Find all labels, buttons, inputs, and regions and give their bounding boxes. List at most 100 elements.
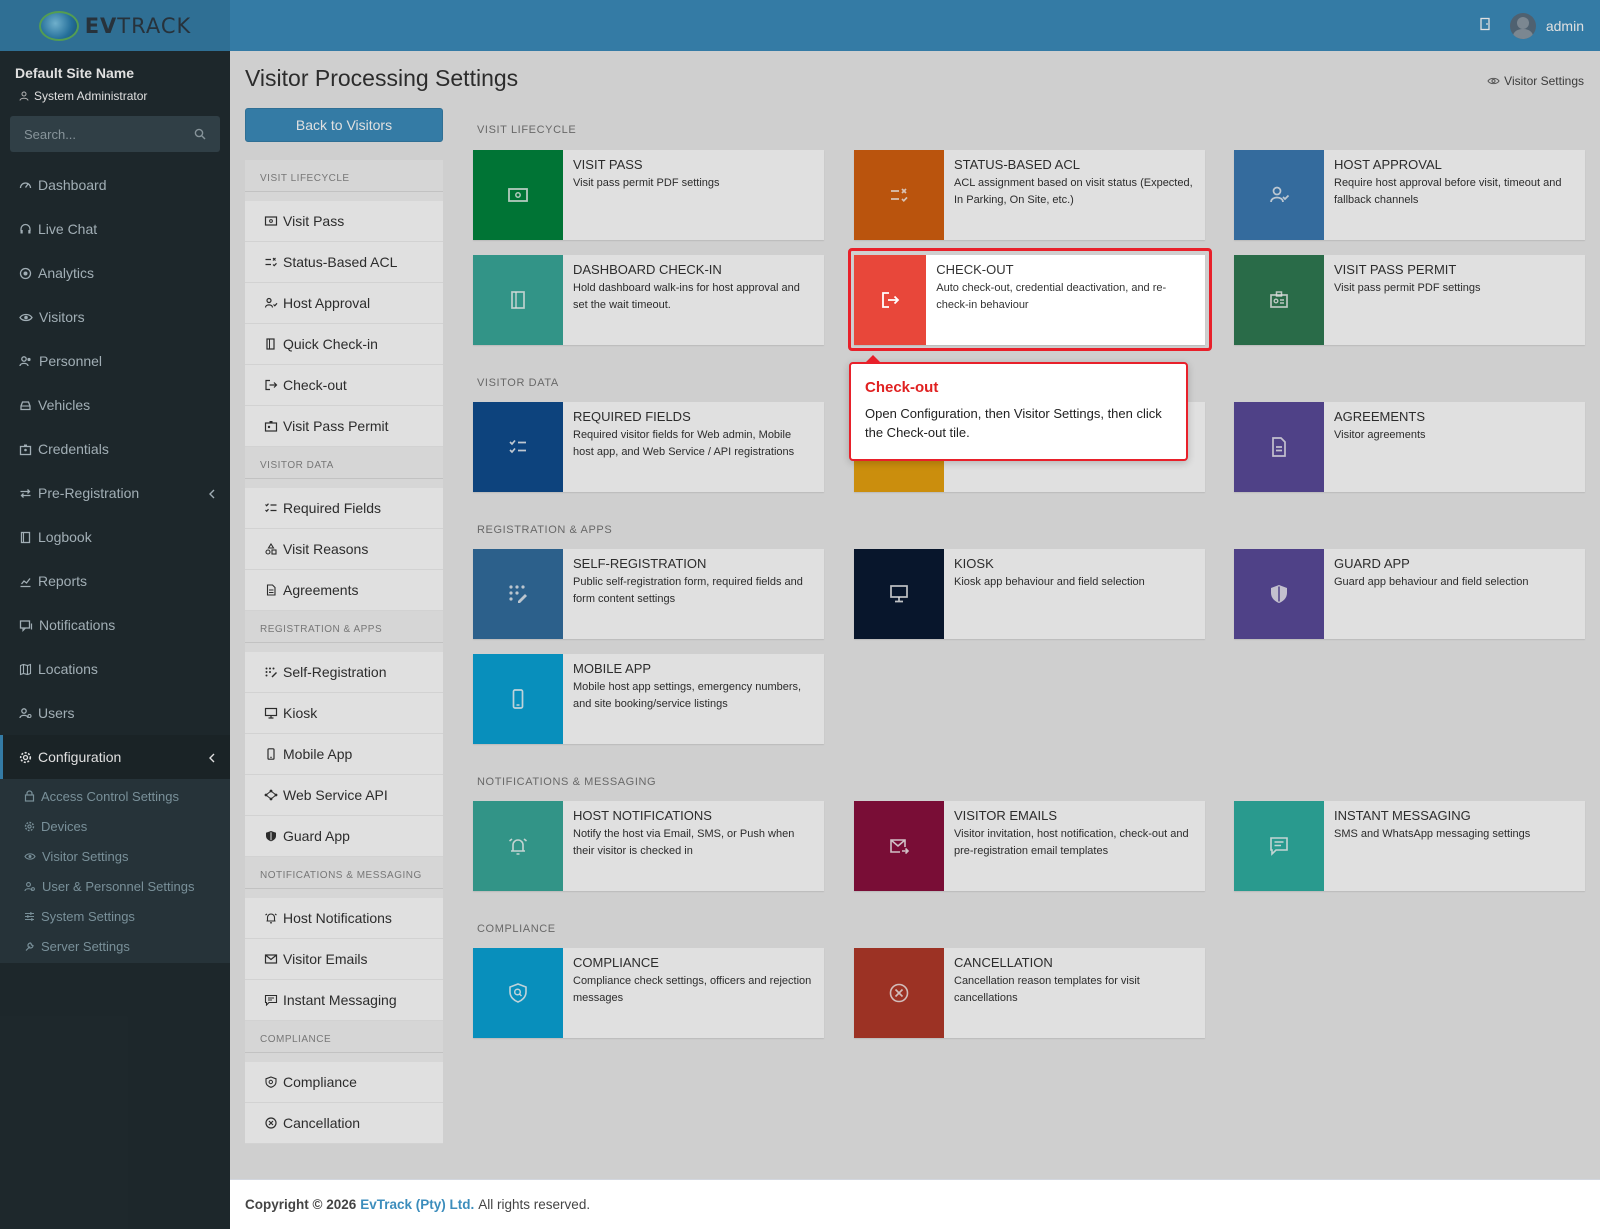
tile-compliance[interactable]: Compliance Compliance check settings, off… [473, 948, 824, 1038]
tile-instant-messaging[interactable]: Instant Messaging SMS and WhatsApp messag… [1234, 801, 1585, 891]
subnav-item-visit-pass[interactable]: Visit Pass [245, 201, 443, 242]
page-title: Visitor Processing Settings [245, 65, 519, 91]
sidebar-item-personnel[interactable]: Personnel [0, 339, 230, 383]
tile-required-fields[interactable]: Required Fields Required visitor fields f… [473, 402, 824, 492]
subnav-item-visitor-emails[interactable]: Visitor Emails [245, 939, 443, 980]
subnav-item-compliance[interactable]: Compliance [245, 1062, 443, 1103]
globe-logo-icon [38, 10, 79, 41]
door-icon[interactable] [1478, 17, 1492, 34]
tile-cancellation[interactable]: Cancellation Cancellation reason template… [854, 948, 1205, 1038]
brand-logo[interactable]: EVTRACK [0, 0, 230, 51]
subnav-item-required-fields[interactable]: Required Fields [245, 488, 443, 529]
back-to-visitors-button[interactable]: Back to Visitors [245, 108, 443, 142]
sidebar-item-locations[interactable]: Locations [0, 647, 230, 691]
sidebar-item-configuration[interactable]: Configuration [0, 735, 230, 779]
tile-status-acl[interactable]: Status-Based ACL ACL assignment based on … [854, 150, 1205, 240]
map-icon [19, 663, 32, 675]
sidebar-subitem-system-settings[interactable]: System Settings [0, 901, 230, 931]
tile-icon-box [854, 801, 944, 891]
dashboard-icon [19, 181, 32, 188]
grid-edit-icon [509, 585, 527, 603]
sidebar-item-reports[interactable]: Reports [0, 559, 230, 603]
chevron-left-icon[interactable] [208, 750, 216, 766]
mail-send-icon [890, 839, 910, 855]
search-input[interactable] [10, 116, 180, 152]
sidebar-item-users[interactable]: Users [0, 691, 230, 735]
tile-icon-box [1234, 255, 1324, 345]
chevron-left-icon[interactable] [208, 486, 216, 502]
shield-icon [266, 831, 276, 842]
badge-icon [19, 444, 32, 455]
top-navbar: EVTRACK admin [0, 0, 1600, 51]
id-badge-icon [1270, 291, 1288, 308]
gear-icon [24, 821, 35, 831]
tile-host-approval[interactable]: Host Approval Require host approval befor… [1234, 150, 1585, 240]
breadcrumb[interactable]: Visitor Settings [1487, 74, 1584, 88]
sidebar-subitem-user-personnel-settings[interactable]: User & Personnel Settings [0, 871, 230, 901]
subnav-item-cancellation[interactable]: Cancellation [245, 1103, 443, 1144]
company-link[interactable]: EvTrack (Pty) Ltd. [360, 1197, 474, 1212]
tile-dashboard-checkin[interactable]: Dashboard Check-in Hold dashboard walk-in… [473, 255, 824, 345]
sidebar-item-visitors[interactable]: Visitors [0, 295, 230, 339]
sidebar-item-credentials[interactable]: Credentials [0, 427, 230, 471]
section-visitor-data: Visitor Data [477, 377, 559, 389]
sidebar-item-pre-registration[interactable]: Pre-Registration [0, 471, 230, 515]
analytics-icon [19, 267, 32, 279]
sidebar-item-analytics[interactable]: Analytics [0, 251, 230, 295]
sidebar-subitem-visitor-settings[interactable]: Visitor Settings [0, 841, 230, 871]
bell-icon [265, 913, 277, 924]
tile-mobile-app[interactable]: Mobile App Mobile host app settings, emer… [473, 654, 824, 744]
cancel-circle-icon [889, 983, 909, 1003]
tile-self-registration[interactable]: Self-Registration Public self-registratio… [473, 549, 824, 639]
sidebar-subitem-access-control[interactable]: Access Control Settings [0, 781, 230, 811]
tile-agreements[interactable]: Agreements Visitor agreements [1234, 402, 1585, 492]
subnav-header-visit-lifecycle: Visit Lifecycle [245, 160, 443, 192]
tile-icon-box [473, 255, 563, 345]
tile-icon-box [473, 402, 563, 492]
sidebar-item-live-chat[interactable]: Live Chat [0, 207, 230, 251]
subnav-item-guard-app[interactable]: Guard App [245, 816, 443, 857]
search-icon[interactable] [194, 127, 206, 145]
logo: EVTRACK [38, 10, 192, 41]
subnav-item-status-acl[interactable]: Status-Based ACL [245, 242, 443, 283]
tile-host-notifications[interactable]: Host Notifications Notify the host via Em… [473, 801, 824, 891]
footer: Copyright © 2026 EvTrack (Pty) Ltd. All … [230, 1179, 1600, 1229]
users-icon [19, 355, 31, 366]
tile-visit-pass[interactable]: Visit Pass Visit pass permit PDF settings [473, 150, 824, 240]
user-icon [19, 707, 32, 718]
message-icon [19, 619, 33, 632]
tile-visitor-emails[interactable]: Visitor Emails Visitor invitation, host n… [854, 801, 1205, 891]
subnav-item-web-service-api[interactable]: Web Service API [245, 775, 443, 816]
subnav-item-host-approval[interactable]: Host Approval [245, 283, 443, 324]
subnav-header-compliance: Compliance [245, 1021, 443, 1053]
content-area: Visitor Processing Settings Visitor Sett… [230, 51, 1600, 1179]
tile-visit-pass-permit[interactable]: Visit Pass Permit Visit pass permit PDF s… [1234, 255, 1585, 345]
sidebar-subitem-devices[interactable]: Devices [0, 811, 230, 841]
subnav-item-quick-checkin[interactable]: Quick Check-in [245, 324, 443, 365]
subnav-item-instant-messaging[interactable]: Instant Messaging [245, 980, 443, 1021]
tile-icon-box [473, 150, 563, 240]
subnav-item-kiosk[interactable]: Kiosk [245, 693, 443, 734]
mobile-icon [512, 689, 524, 709]
subnav-item-visit-reasons[interactable]: Visit Reasons [245, 529, 443, 570]
subnav-header-registration-apps: Registration & Apps [245, 611, 443, 643]
section-registration-apps: Registration & Apps [477, 524, 613, 536]
tile-guard-app[interactable]: Guard App Guard app behaviour and field s… [1234, 549, 1585, 639]
monitor-icon [890, 585, 908, 603]
subnav-item-host-notifications[interactable]: Host Notifications [245, 898, 443, 939]
subnav-item-agreements[interactable]: Agreements [245, 570, 443, 611]
sidebar-subitem-server-settings[interactable]: Server Settings [0, 931, 230, 961]
user-menu[interactable]: admin [1509, 12, 1584, 39]
subnav-item-mobile-app[interactable]: Mobile App [245, 734, 443, 775]
tile-kiosk[interactable]: Kiosk Kiosk app behaviour and field selec… [854, 549, 1205, 639]
bell-icon [509, 838, 527, 855]
tile-icon-box [854, 549, 944, 639]
subnav-item-visit-pass-permit[interactable]: Visit Pass Permit [245, 406, 443, 447]
sidebar-item-dashboard[interactable]: Dashboard [0, 163, 230, 207]
sidebar-item-vehicles[interactable]: Vehicles [0, 383, 230, 427]
sidebar-item-notifications[interactable]: Notifications [0, 603, 230, 647]
sidebar-item-logbook[interactable]: Logbook [0, 515, 230, 559]
subnav-item-checkout[interactable]: Check-out [245, 365, 443, 406]
subnav-item-self-registration[interactable]: Self-Registration [245, 652, 443, 693]
door-open-icon [511, 291, 525, 309]
